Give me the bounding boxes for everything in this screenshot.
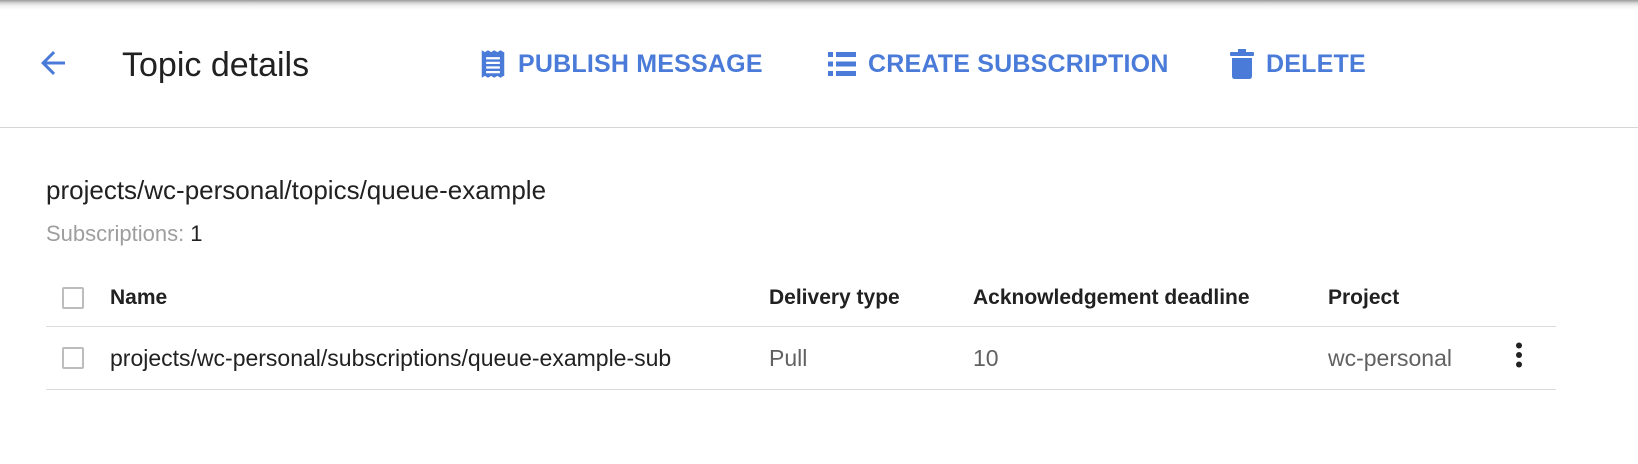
row-menu-button[interactable] — [1504, 327, 1534, 389]
delete-label: DELETE — [1266, 49, 1366, 78]
toolbar: Topic details PUBLISH MESSAGE CREATE SUB… — [0, 0, 1638, 128]
column-header-ack-deadline[interactable]: Acknowledgement deadline — [973, 270, 1250, 326]
create-subscription-label: CREATE SUBSCRIPTION — [868, 49, 1169, 78]
column-header-delivery-type[interactable]: Delivery type — [769, 270, 900, 326]
topic-name: projects/wc-personal/topics/queue-exampl… — [46, 175, 547, 205]
table-header-row: Name Delivery type Acknowledgement deadl… — [46, 270, 1556, 327]
delivery-type-cell: Pull — [769, 344, 808, 371]
table-row: projects/wc-personal/subscriptions/queue… — [46, 327, 1556, 390]
row-checkbox[interactable] — [62, 347, 84, 369]
create-subscription-button[interactable]: CREATE SUBSCRIPTION — [828, 42, 1169, 86]
column-header-name[interactable]: Name — [110, 270, 167, 326]
list-icon — [828, 51, 856, 77]
subscriptions-label: Subscriptions: — [46, 221, 185, 246]
page-title: Topic details — [122, 46, 310, 84]
column-header-project[interactable]: Project — [1328, 270, 1399, 326]
subscription-name-link[interactable]: projects/wc-personal/subscriptions/queue… — [110, 327, 671, 389]
select-all-checkbox[interactable] — [62, 287, 84, 309]
subscriptions-count: 1 — [190, 221, 203, 246]
delete-button[interactable]: DELETE — [1230, 42, 1366, 86]
trash-icon — [1230, 49, 1254, 79]
more-vert-icon — [1515, 342, 1523, 374]
publish-message-label: PUBLISH MESSAGE — [518, 49, 763, 78]
subscriptions-table: Name Delivery type Acknowledgement deadl… — [46, 270, 1556, 390]
project-cell: wc-personal — [1328, 344, 1452, 371]
subscriptions-summary: Subscriptions: 1 — [46, 218, 202, 250]
receipt-icon — [480, 49, 506, 79]
ack-deadline-cell: 10 — [973, 344, 999, 371]
publish-message-button[interactable]: PUBLISH MESSAGE — [480, 42, 763, 86]
arrow-back-icon — [35, 45, 71, 86]
back-button[interactable] — [32, 44, 74, 86]
